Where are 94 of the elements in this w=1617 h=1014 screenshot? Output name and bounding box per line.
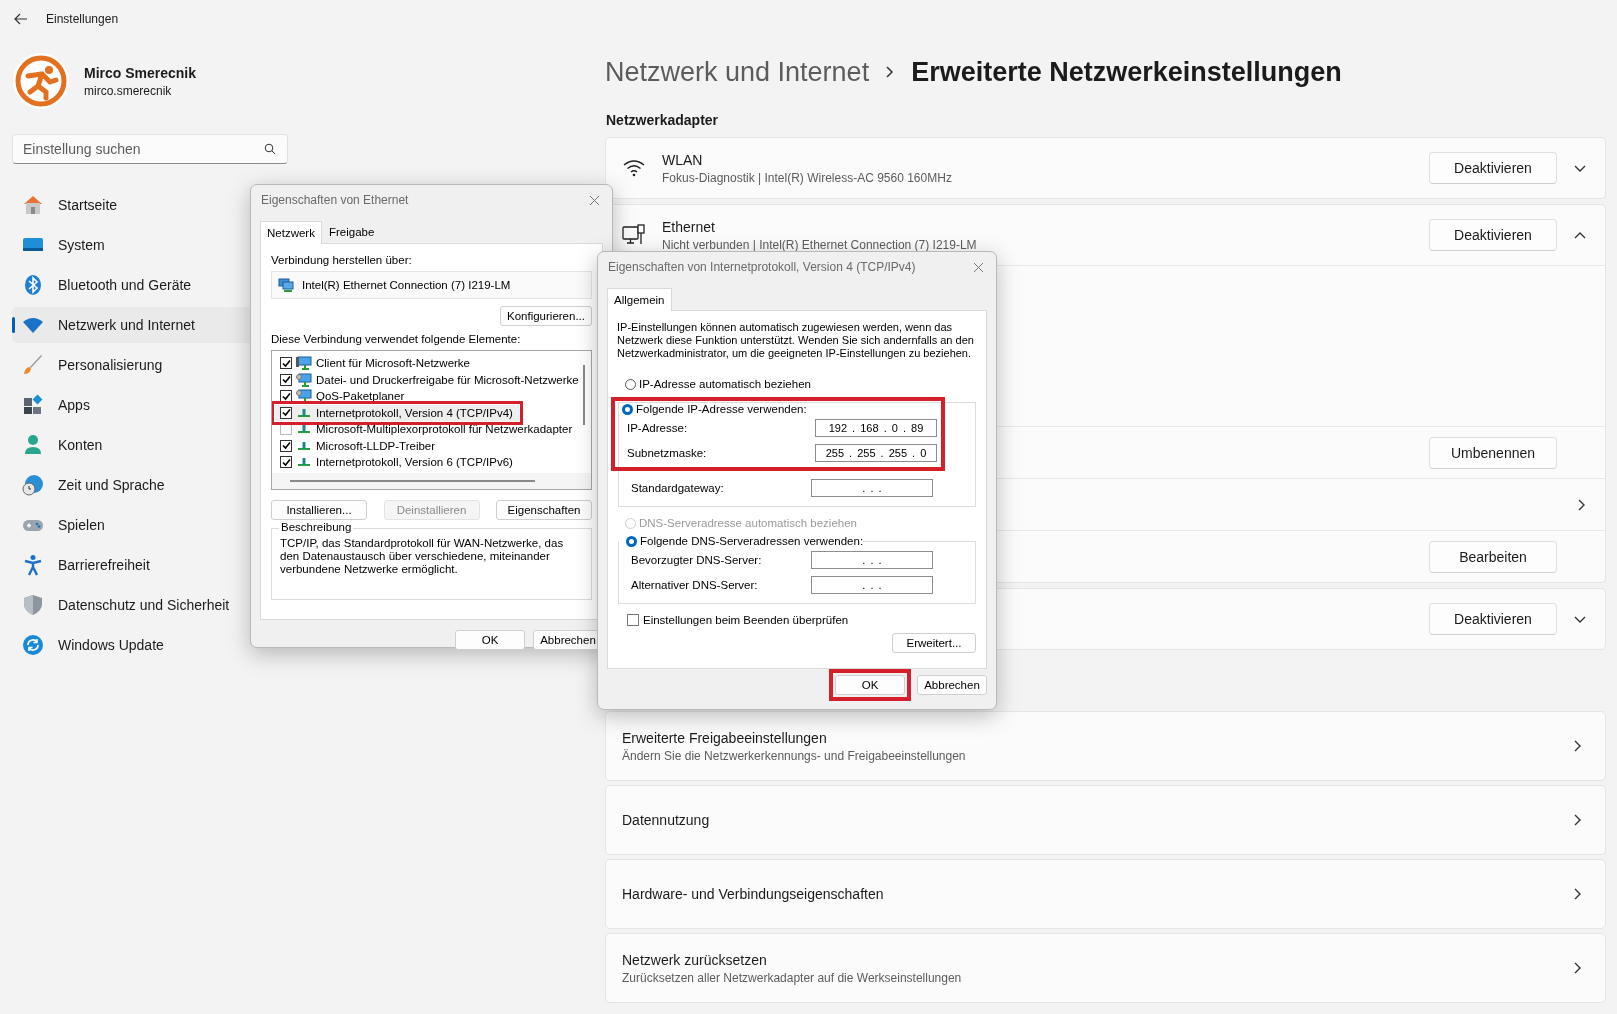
window-title: Einstellungen bbox=[46, 12, 119, 26]
home-icon bbox=[22, 194, 44, 216]
breadcrumb-parent[interactable]: Netzwerk und Internet bbox=[605, 56, 870, 88]
link-title: Netzwerk zurücksetzen bbox=[622, 951, 768, 968]
disable-button[interactable]: Deaktivieren bbox=[1429, 219, 1557, 251]
chevron-down-icon[interactable] bbox=[1573, 163, 1587, 173]
monitor-icon bbox=[296, 356, 312, 371]
checkbox[interactable] bbox=[280, 373, 292, 386]
close-icon[interactable] bbox=[589, 194, 600, 206]
shield-icon bbox=[22, 594, 44, 616]
action-button[interactable]: Installieren... bbox=[271, 500, 367, 520]
checkbox[interactable] bbox=[280, 439, 292, 452]
tab[interactable]: Allgemein bbox=[607, 288, 672, 311]
settings-link-card[interactable]: Erweiterte Freigabeeinstellungen Ändern Sie die Netzwerkerkennungs- und Freigabeeinstellungen bbox=[605, 711, 1606, 781]
ok-button[interactable]: OK bbox=[835, 675, 905, 695]
settings-link-card[interactable]: Hardware- und Verbindungseigenschaften bbox=[605, 859, 1606, 929]
cancel-button[interactable]: Abbrechen bbox=[917, 675, 987, 695]
ip-address-field[interactable]: . . . bbox=[811, 550, 933, 569]
monitor-gear-icon bbox=[296, 389, 312, 404]
update-icon bbox=[22, 634, 44, 656]
accessibility-icon bbox=[22, 554, 44, 576]
ip-address-field[interactable]: 192 . 168 . 0 . 89 bbox=[815, 418, 937, 437]
close-icon[interactable] bbox=[973, 261, 984, 273]
ok-button[interactable]: OK bbox=[455, 630, 525, 650]
link-description: Zurücksetzen aller Netzwerkadapter auf die Werkseinstellungen bbox=[622, 970, 963, 985]
checkbox[interactable] bbox=[280, 406, 292, 419]
field-label: Subnetzmaske: bbox=[627, 446, 707, 459]
tab[interactable]: Netzwerk bbox=[260, 221, 322, 244]
adapter-details: Fokus-Diagnostik | Intel(R) Wireless-AC 9560 160MHz bbox=[662, 170, 953, 185]
field-label: Verbindung herstellen über: bbox=[271, 254, 413, 266]
ip-address-field[interactable]: . . . bbox=[811, 575, 933, 594]
chevron-right-icon bbox=[1573, 739, 1583, 753]
settings-link-card[interactable]: Datennutzung bbox=[605, 785, 1606, 855]
chevron-right-icon bbox=[1573, 961, 1583, 975]
dialog-title: Eigenschaften von Internetprotokoll, Version 4 (TCP/IPv4) bbox=[608, 260, 916, 274]
back-arrow-icon[interactable] bbox=[14, 13, 28, 25]
chevron-right-icon bbox=[885, 65, 896, 79]
checkbox[interactable] bbox=[280, 390, 292, 403]
protocol-icon bbox=[298, 408, 310, 417]
chevron-right-icon bbox=[1573, 887, 1583, 901]
radio-option[interactable]: IP-Adresse automatisch beziehen bbox=[625, 378, 976, 390]
user-name: Mirco Smerecnik bbox=[84, 64, 197, 81]
sidebar-item[interactable]: Datenschutz und Sicherheit bbox=[12, 587, 288, 623]
adapter-name: Ethernet bbox=[662, 218, 716, 235]
computer-plug-icon bbox=[622, 224, 646, 246]
action-button[interactable]: Umbenennen bbox=[1429, 436, 1557, 469]
network-adapter-icon bbox=[278, 278, 294, 292]
apps-icon bbox=[22, 394, 44, 416]
field-label: IP-Adresse: bbox=[627, 421, 688, 434]
monitor-gear-icon bbox=[296, 372, 312, 387]
globe-clock-icon bbox=[22, 474, 44, 496]
intro-text: IP-Einstellungen können automatisch zugewiesen werden, wenn das Netzwerk diese Funktion unterstützt. Wenden Sie sich andernfalls an den Netzwerkadministrator, um die geeigneten IP-Einstellungen zu beziehen. bbox=[617, 321, 975, 360]
disable-button[interactable]: Deaktivieren bbox=[1429, 603, 1557, 635]
checkbox[interactable] bbox=[280, 357, 292, 370]
wifi-icon bbox=[622, 159, 646, 177]
bluetooth-icon bbox=[22, 274, 44, 296]
link-description: Ändern Sie die Netzwerkerkennungs- und Freigabeeinstellungen bbox=[622, 748, 967, 763]
chevron-right-icon[interactable] bbox=[1577, 497, 1587, 512]
link-title: Datennutzung bbox=[622, 812, 711, 828]
protocol-icon bbox=[298, 425, 310, 434]
avatar-icon bbox=[12, 52, 70, 110]
checkbox[interactable] bbox=[280, 456, 292, 469]
adapter-name: WLAN bbox=[662, 151, 704, 168]
search-field[interactable]: Einstellung suchen bbox=[12, 134, 288, 164]
settings-link-card[interactable]: Netzwerk zurücksetzen Zurücksetzen aller Netzwerkadapter auf die Werkseinstellungen bbox=[605, 933, 1606, 1003]
action-button[interactable]: Eigenschaften bbox=[496, 500, 592, 520]
dialog-title: Eigenschaften von Ethernet bbox=[261, 193, 409, 207]
advanced-button[interactable]: Erweitert... bbox=[892, 633, 976, 653]
ip-address-field[interactable]: 255 . 255 . 255 . 0 bbox=[815, 443, 937, 462]
validate-checkbox[interactable]: Einstellungen beim Beenden überprüfen bbox=[617, 614, 976, 626]
chevron-right-icon bbox=[1573, 813, 1583, 827]
disable-button[interactable]: Deaktivieren bbox=[1429, 152, 1557, 184]
field-label: Bevorzugter DNS-Server: bbox=[631, 553, 762, 566]
field-label: Alternativer DNS-Server: bbox=[631, 578, 758, 591]
brush-icon bbox=[22, 354, 44, 376]
chevron-up-icon[interactable] bbox=[1573, 230, 1587, 240]
action-button[interactable]: Bearbeiten bbox=[1429, 540, 1557, 573]
adapter-field: Intel(R) Ethernet Connection (7) I219-LM bbox=[271, 271, 592, 299]
user-account: mirco.smerecnik bbox=[84, 83, 173, 98]
search-icon bbox=[264, 143, 276, 155]
page-title: Erweiterte Netzwerkeinstellungen bbox=[911, 56, 1342, 88]
description-text: TCP/IP, das Standardprotokoll für WAN-Netzwerke, das den Datenaustausch über verschiedene, miteinander verbundene Netzwerke ermöglicht. bbox=[280, 537, 565, 576]
link-title: Hardware- und Verbindungseigenschaften bbox=[622, 886, 885, 902]
person-icon bbox=[22, 434, 44, 456]
link-title: Erweiterte Freigabeeinstellungen bbox=[622, 729, 828, 746]
configure-button[interactable]: Konfigurieren... bbox=[500, 306, 592, 326]
protocol-icon bbox=[298, 441, 310, 450]
chevron-down-icon[interactable] bbox=[1573, 614, 1587, 624]
ip-address-field[interactable]: . . . bbox=[811, 478, 933, 497]
field-label: Standardgateway: bbox=[631, 481, 724, 494]
section-heading: Netzwerkadapter bbox=[606, 112, 720, 128]
protocol-icon bbox=[298, 458, 310, 467]
sidebar-item[interactable]: Windows Update bbox=[12, 627, 288, 663]
group-legend: Beschreibung bbox=[279, 521, 354, 533]
